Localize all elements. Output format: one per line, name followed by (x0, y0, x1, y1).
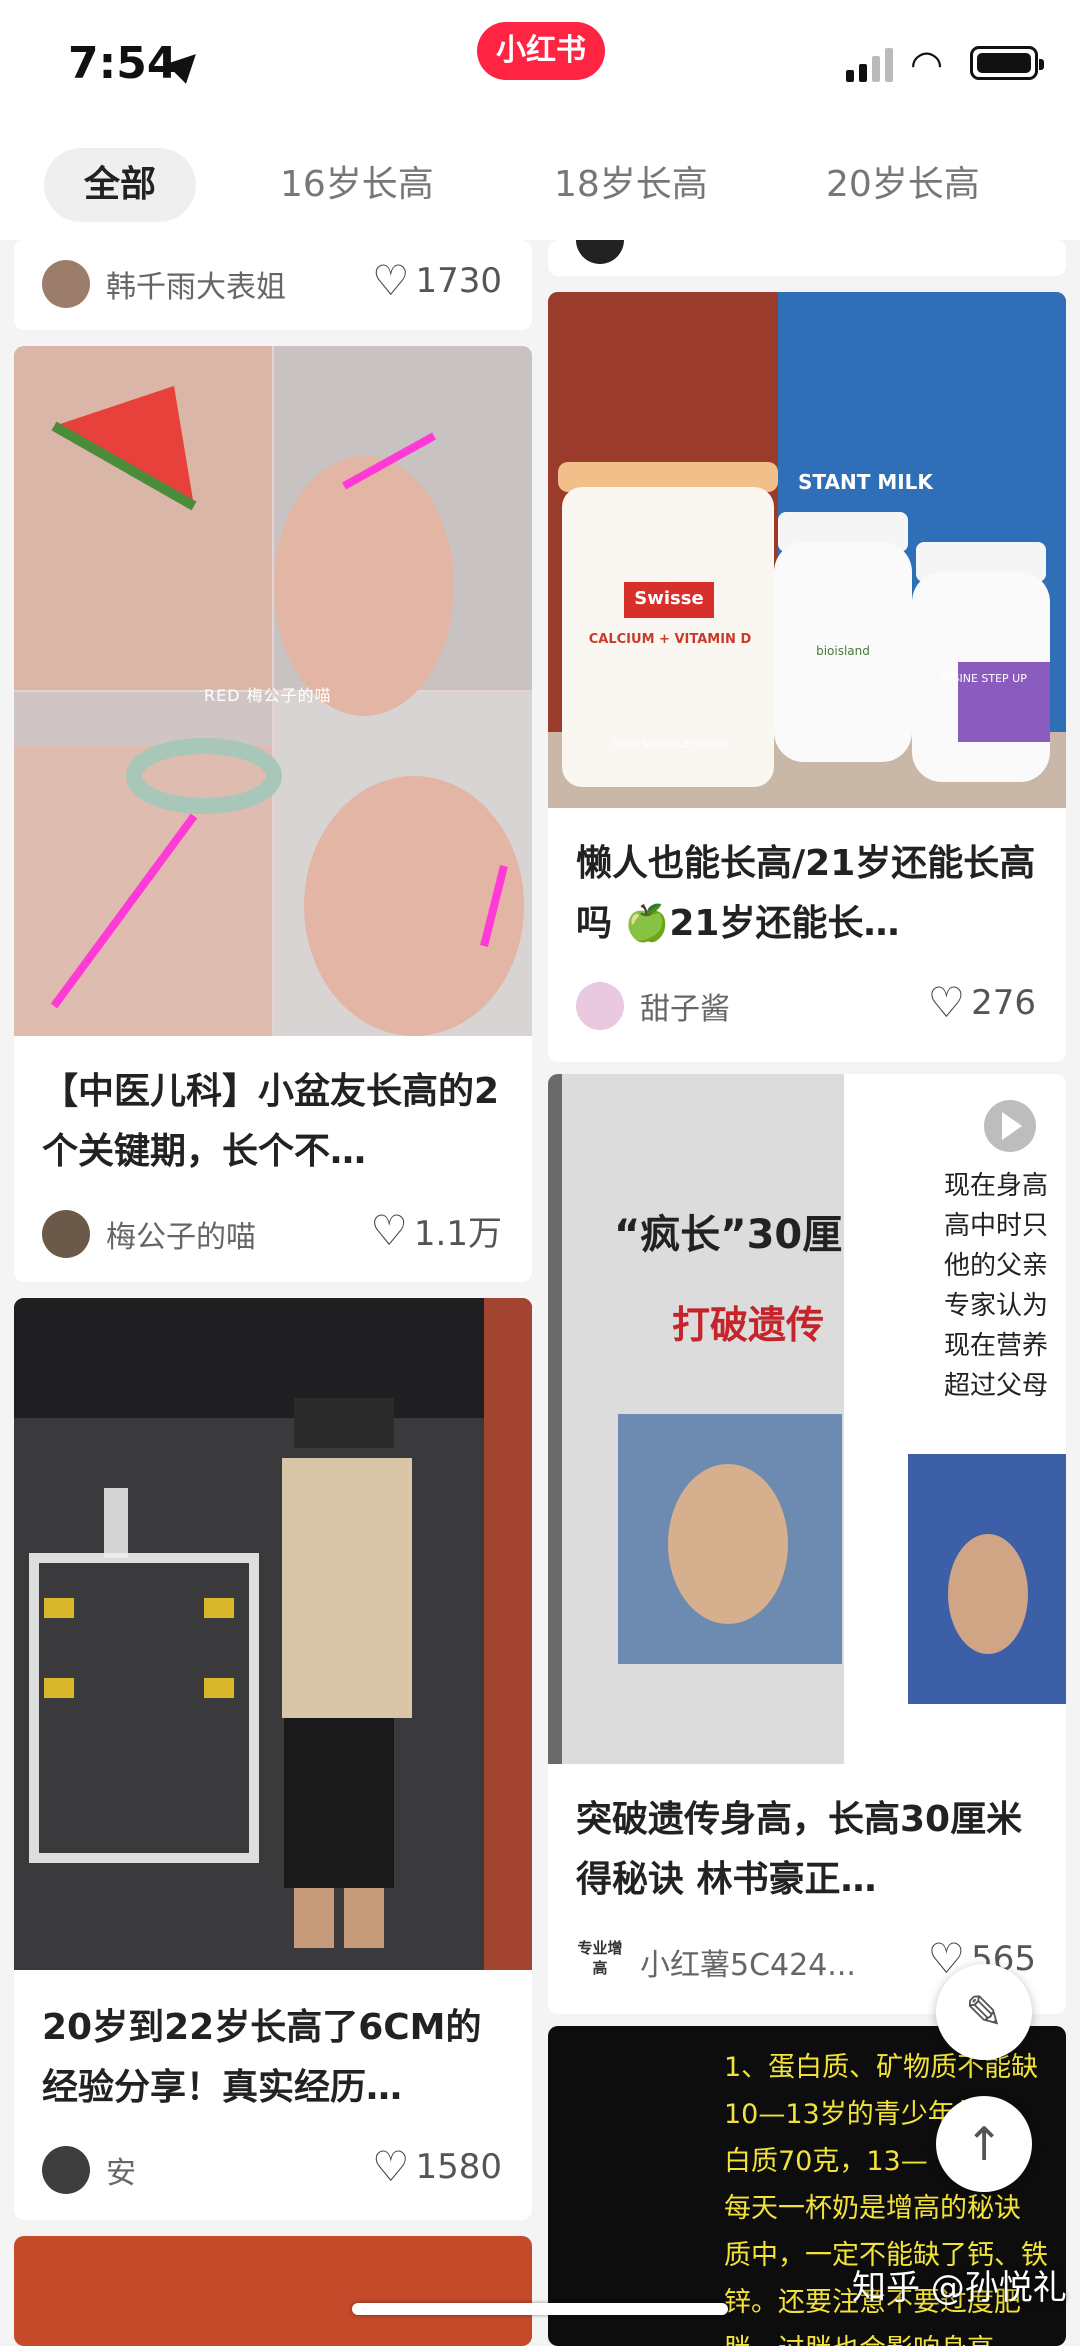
edit-icon: ✎ (964, 1985, 1004, 2039)
battery-icon (970, 46, 1044, 80)
tab-16-grow-taller[interactable]: 16岁长高 (240, 148, 474, 222)
source-watermark: 知乎 @孙悦礼 (852, 2268, 1067, 2308)
card-author[interactable]: 韩千雨大表姐 (42, 260, 286, 308)
avatar (42, 1210, 90, 1258)
avatar (42, 260, 90, 308)
author-name: 小红薯5C424... (640, 1948, 856, 1983)
arrow-up-icon: ↑ (964, 2117, 1004, 2171)
author-name: 安 (106, 2156, 136, 2191)
supplements-photo (548, 292, 1066, 808)
card-author[interactable]: 专业增高 小红薯5C424... (576, 1938, 856, 1986)
like-count: 1580 (415, 2146, 502, 2187)
tab-20-grow-taller[interactable]: 20岁长高 (786, 148, 1020, 222)
image-text-line: 每天一杯奶是增高的秘诀 (724, 2193, 1021, 2224)
card-author[interactable]: 甜子酱 (576, 982, 730, 1030)
caption-line: 他的父亲 (944, 1251, 1049, 1281)
tab-all[interactable]: 全部 (44, 148, 197, 222)
app-logo-badge: 小红书 (477, 22, 605, 80)
caption-line: 现在身高 (944, 1171, 1049, 1201)
caption-line: 高中时只 (944, 1211, 1049, 1241)
feed-card[interactable]: Swisse CALCIUM + VITAMIN D BONE & MUSCLE… (548, 292, 1066, 1062)
bottle-label-product: CALCIUM + VITAMIN D (588, 632, 752, 647)
author-name: 甜子酱 (640, 992, 730, 1027)
card-title[interactable]: 突破遗传身高，长高30厘米得秘诀 林书豪正… (576, 1790, 1038, 1910)
image-watermark: RED 梅公子的喵 (204, 686, 332, 705)
status-bar: 7:54 小红书 ◠ (0, 0, 1080, 130)
feed-card-partial[interactable] (548, 240, 1066, 276)
thumbnail-headline: “疯长”30厘 (614, 1212, 843, 1258)
card-image: Swisse CALCIUM + VITAMIN D BONE & MUSCLE… (548, 292, 1066, 808)
bottle-label-brand: Swisse (634, 588, 704, 609)
wifi-icon: ◠ (910, 42, 944, 86)
bottle-label-bioisland: bioisland (816, 644, 870, 658)
avatar (576, 240, 624, 264)
author-badge: 专业增高 (577, 1939, 623, 1977)
card-image: “疯长”30厘 打破遗传 现在身高 高中时只 他的父亲 专家认为 现在营养 超过… (548, 1074, 1066, 1764)
cellular-signal-icon (846, 48, 896, 82)
scroll-to-top-button[interactable]: ↑ (936, 2096, 1032, 2192)
card-author[interactable]: 安 (42, 2146, 136, 2194)
heart-icon: ♡ (371, 2142, 410, 2191)
like-count: 1.1万 (413, 1214, 502, 1254)
like-button[interactable]: ♡ 1580 (372, 2142, 502, 2191)
card-image (14, 1298, 532, 1970)
thumbnail-subheadline: 打破遗传 (672, 1303, 825, 1347)
like-count: 276 (971, 982, 1036, 1023)
feed-card-partial[interactable] (14, 2236, 532, 2346)
status-time: 7:54 (68, 38, 178, 89)
feed-card[interactable]: RED 梅公子的喵 【中医儿科】小盆友长高的2个关键期，长个不… 梅公子的喵 ♡… (14, 346, 532, 1282)
card-author[interactable]: 梅公子的喵 (42, 1210, 256, 1258)
like-button[interactable]: ♡ 1730 (372, 256, 502, 305)
image-text-line: 胖，过胖也会影响身高。 (724, 2326, 1054, 2346)
feed-card[interactable]: “疯长”30厘 打破遗传 现在身高 高中时只 他的父亲 专家认为 现在营养 超过… (548, 1074, 1066, 2014)
author-name: 韩千雨大表姐 (106, 270, 286, 305)
caption-line: 超过父母 (944, 1371, 1049, 1401)
tab-18-grow-taller[interactable]: 18岁长高 (514, 148, 748, 222)
heart-icon: ♡ (370, 1206, 408, 1255)
card-title[interactable]: 【中医儿科】小盆友长高的2个关键期，长个不… (42, 1062, 504, 1182)
caption-line: 专家认为 (944, 1291, 1049, 1321)
avatar (42, 2146, 90, 2194)
thumbnail-caption: 现在身高 高中时只 他的父亲 专家认为 现在营养 超过父母 (944, 1166, 1066, 1406)
bag-label: STANT MILK (798, 470, 933, 494)
card-title[interactable]: 懒人也能长高/21岁还能长高吗 🍏21岁还能长… (576, 834, 1038, 954)
heart-icon: ♡ (371, 256, 410, 305)
caption-line: 现在营养 (944, 1331, 1049, 1361)
like-button[interactable]: ♡ 276 (927, 978, 1036, 1027)
bottle-label-subtitle: BONE & MUSCLE HEALTH (613, 740, 727, 750)
like-count: 1730 (415, 260, 502, 301)
avatar (576, 982, 624, 1030)
bottle-label-lysine: LYSINE STEP UP (941, 672, 1027, 685)
category-tabs: 全部 16岁长高 18岁长高 20岁长高 (0, 130, 1080, 240)
compose-note-button[interactable]: ✎ (936, 1964, 1032, 2060)
feed-card[interactable]: 韩千雨大表姐 ♡ 1730 (14, 240, 532, 330)
author-name: 梅公子的喵 (106, 1220, 256, 1255)
card-title[interactable]: 20岁到22岁长高了6CM的经验分享！真实经历… (42, 1998, 504, 2118)
feed-card[interactable]: 20岁到22岁长高了6CM的经验分享！真实经历… 安 ♡ 1580 (14, 1298, 532, 2220)
heart-icon: ♡ (927, 978, 966, 1027)
home-indicator[interactable] (352, 2303, 728, 2315)
gym-mirror-photo (14, 1298, 532, 1970)
like-button[interactable]: ♡ 1.1万 (370, 1206, 502, 1255)
